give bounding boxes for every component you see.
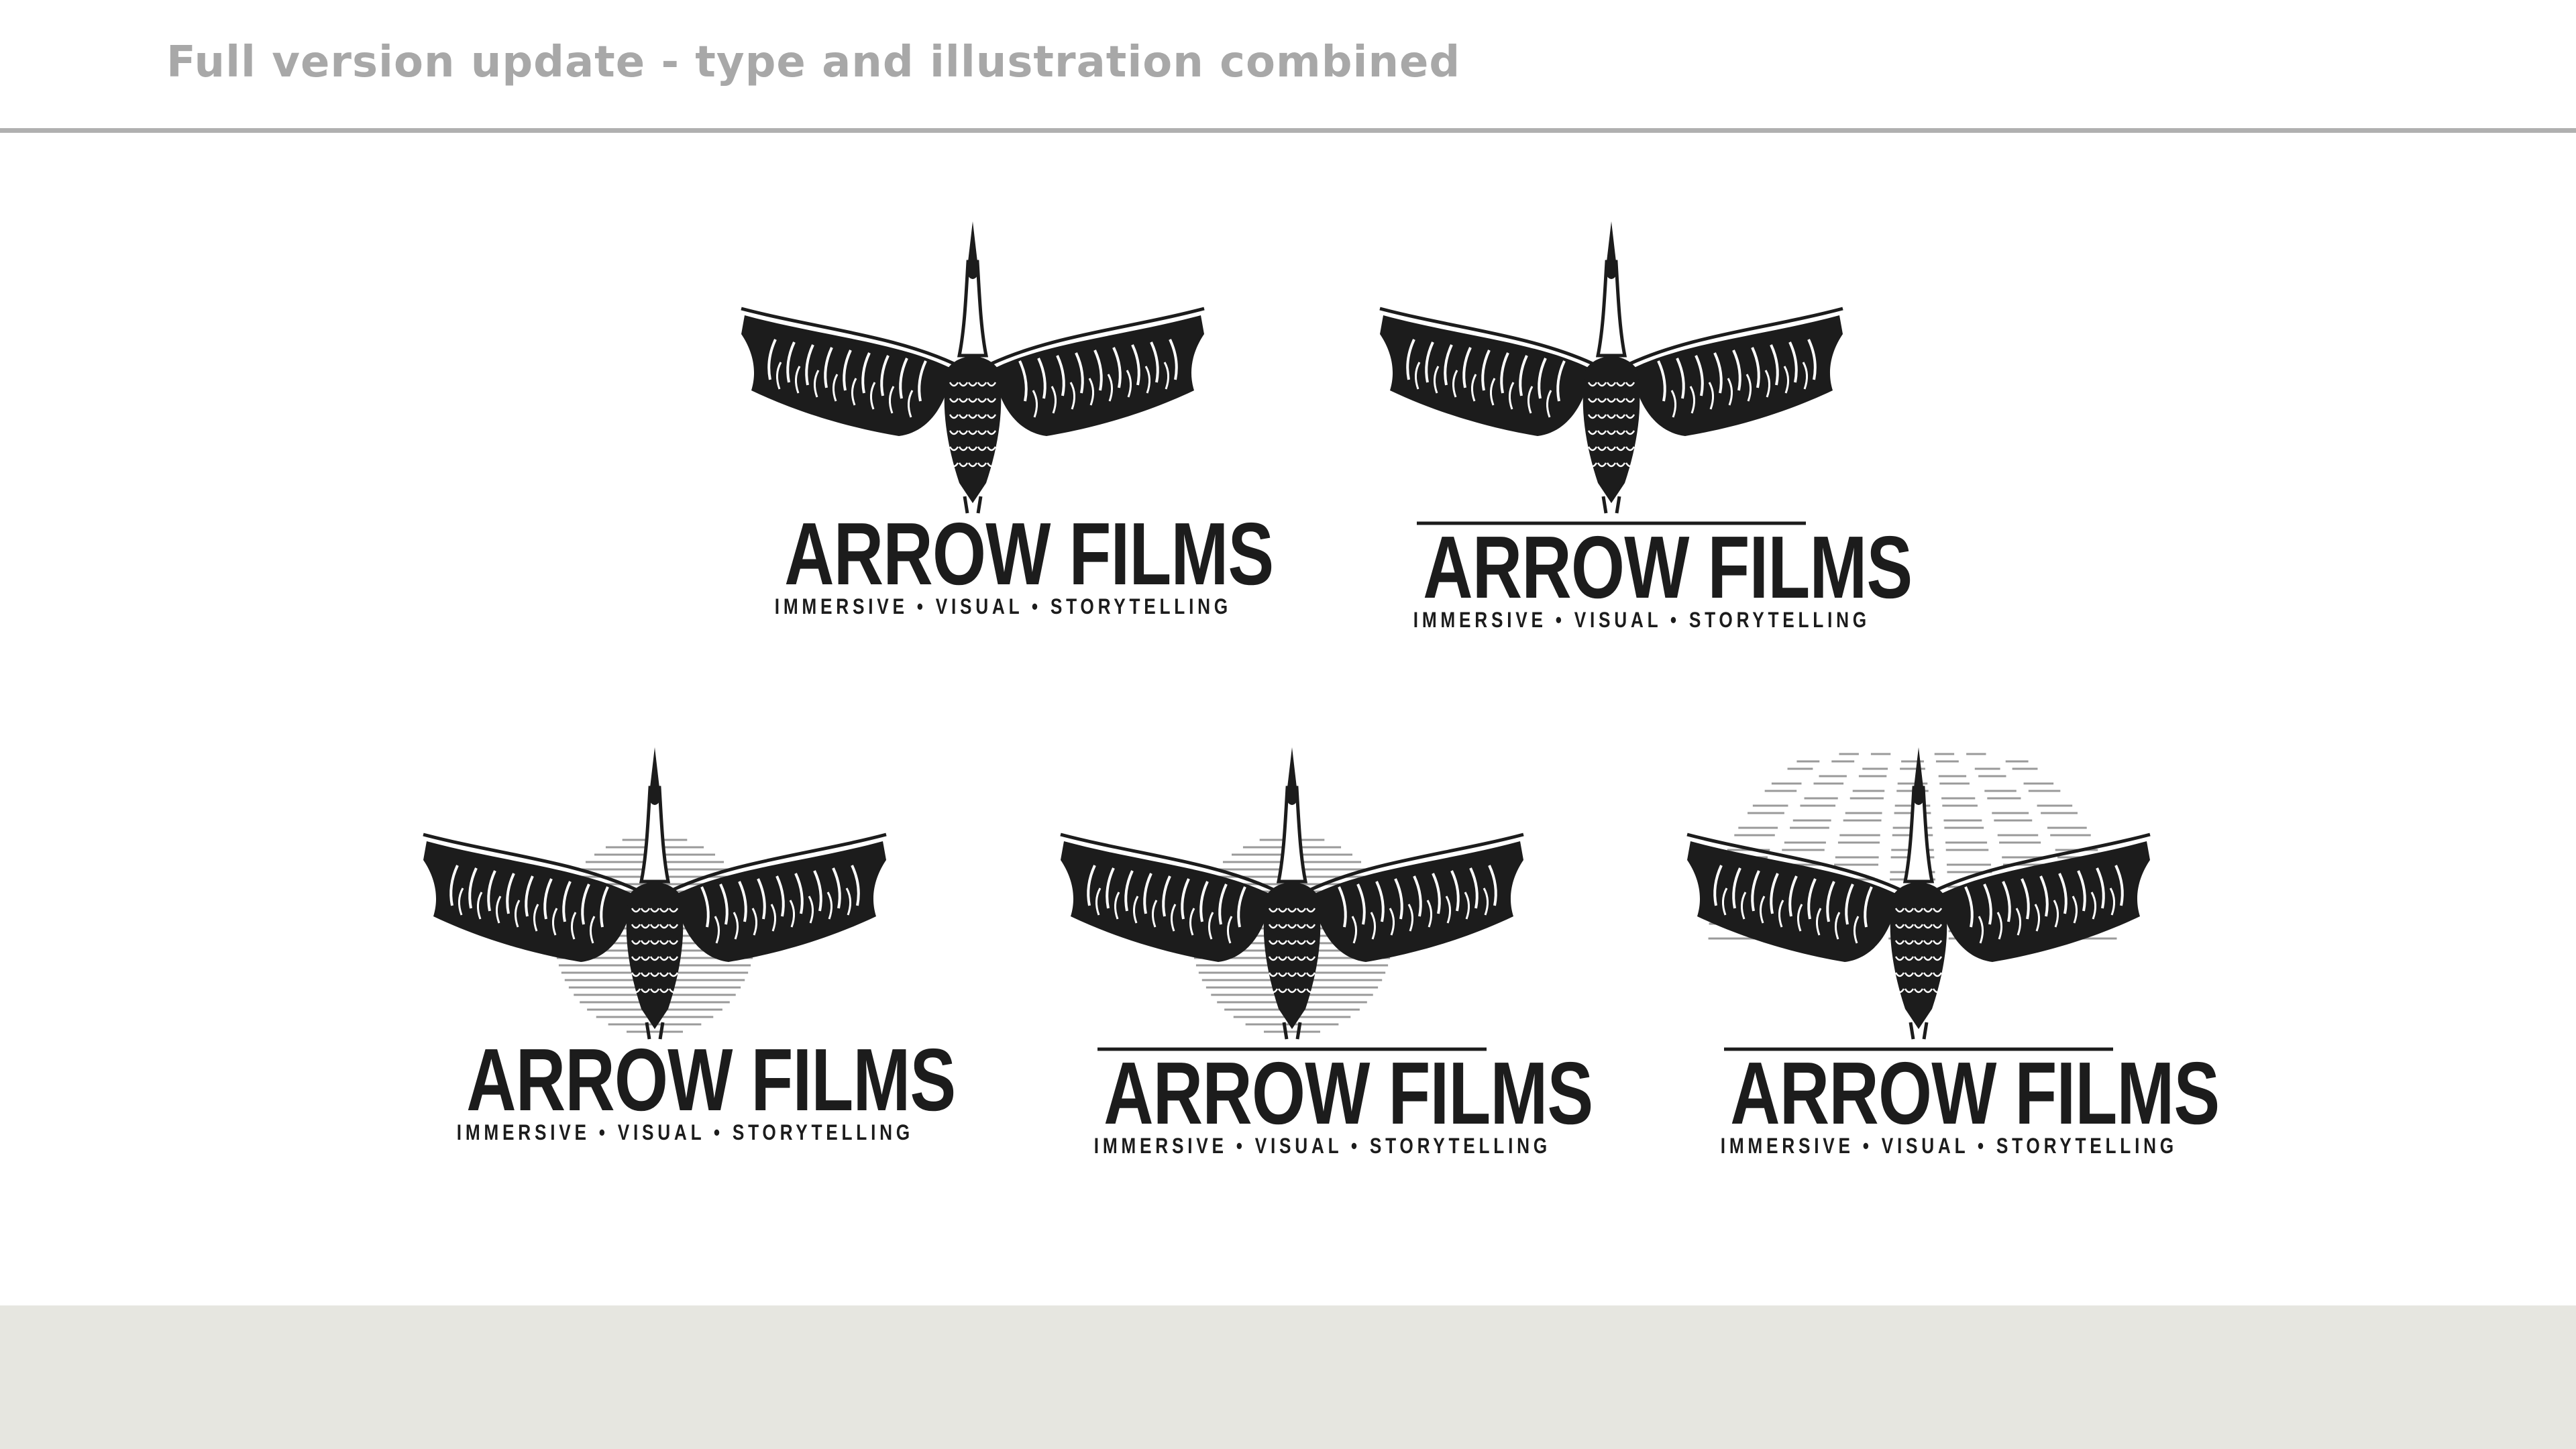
logo-tagline: IMMERSIVE • VISUAL • STORYTELLING [456, 1120, 914, 1144]
logo-tagline: IMMERSIVE • VISUAL • STORYTELLING [1720, 1134, 2178, 1158]
header: Full version update - type and illustrat… [0, 0, 2576, 133]
logo-name: ARROW FILMS [1730, 1044, 2220, 1142]
crane-body [1060, 747, 1524, 1040]
logo-variant-2: ARROW FILMS IMMERSIVE • VISUAL • STORYTE… [1370, 215, 1913, 644]
logo-name: ARROW FILMS [466, 1030, 956, 1129]
logo-variant-1: ARROW FILMS IMMERSIVE • VISUAL • STORYTE… [731, 215, 1274, 644]
crane-body [1686, 747, 2151, 1040]
logo-name: ARROW FILMS [1423, 518, 1913, 616]
crane-body [423, 747, 887, 1040]
logo-tagline: IMMERSIVE • VISUAL • STORYTELLING [1413, 608, 1870, 632]
footer-band [0, 1305, 2576, 1449]
logo-tagline: IMMERSIVE • VISUAL • STORYTELLING [1093, 1134, 1551, 1158]
logo-variant-5: ARROW FILMS IMMERSIVE • VISUAL • STORYTE… [1677, 741, 2220, 1170]
logo-variant-3: ARROW FILMS IMMERSIVE • VISUAL • STORYTE… [413, 741, 956, 1170]
page-title: Full version update - type and illustrat… [166, 38, 1461, 87]
logo-variant-4: ARROW FILMS IMMERSIVE • VISUAL • STORYTE… [1051, 741, 1593, 1170]
logo-tagline: IMMERSIVE • VISUAL • STORYTELLING [774, 594, 1232, 619]
crane-body [1379, 221, 1843, 514]
logo-name: ARROW FILMS [784, 504, 1274, 603]
logo-name: ARROW FILMS [1104, 1044, 1593, 1142]
crane-body [741, 221, 1205, 514]
